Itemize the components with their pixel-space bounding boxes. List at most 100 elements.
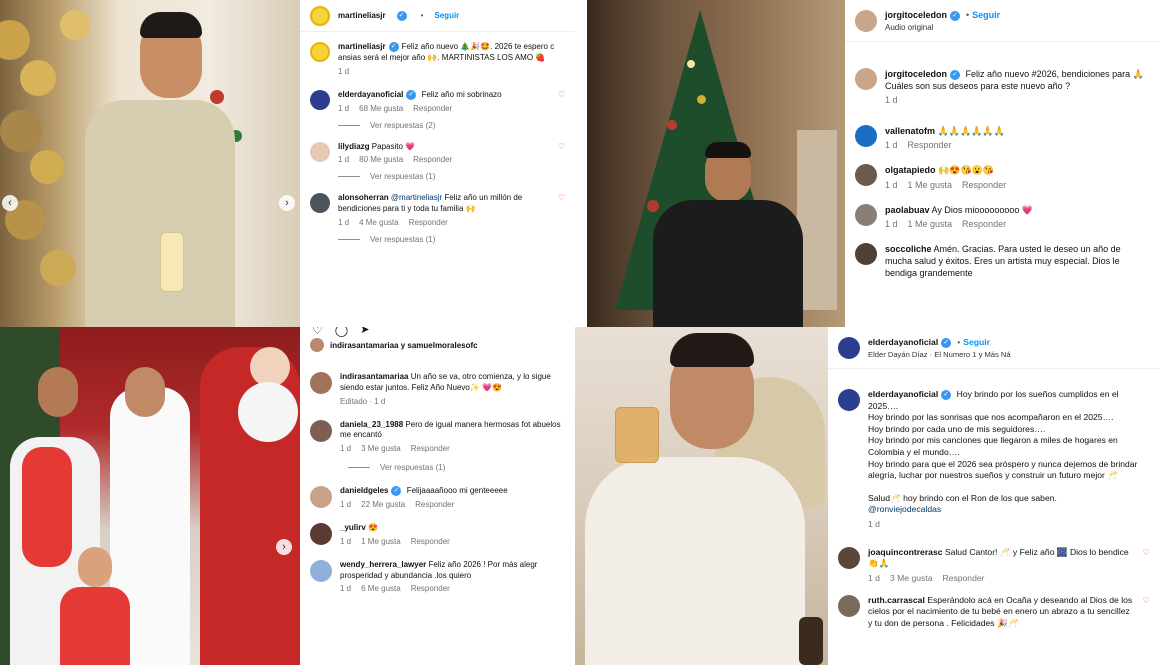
mention-link[interactable]: @ronviejodecaldas [868,504,1150,516]
post-header: elderdayanoficial ✓ • Seguir Elder Dayán Dí… [828,327,1160,369]
share-icon[interactable]: ➤ [360,327,369,336]
heart-icon[interactable]: ♡ [312,327,323,336]
comment-username[interactable]: indirasantamariaa [340,372,408,381]
avatar[interactable] [855,203,877,226]
comment-username[interactable]: paolabuav [885,205,930,215]
avatar[interactable] [855,242,877,265]
liked-by-text[interactable]: indirasantamariaa y samuelmoralesofc [330,341,478,350]
comment-username[interactable]: daniela_23_1988 [340,420,403,429]
avatar[interactable] [838,594,860,617]
heart-icon[interactable]: ♡ [1142,595,1150,630]
verified-icon: ✓ [391,486,402,497]
reply-button[interactable]: Responder [413,104,452,113]
avatar[interactable] [855,68,877,90]
verified-icon: ✓ [941,389,952,400]
verified-icon: ✓ [406,89,417,100]
audio-label[interactable]: Elder Dayán Díaz · El Numero 1 y Más Ná [868,350,1011,359]
carousel-next-icon[interactable]: › [279,195,295,211]
avatar[interactable] [310,486,332,509]
comment-likes[interactable]: 22 Me gusta [361,500,405,509]
reply-button[interactable]: Responder [413,155,452,164]
comments-feed-elderdayanoficial: elderdayanoficial ✓ • Seguir Elder Dayán Dí… [828,327,1160,665]
comment-username[interactable]: vallenatofm [885,126,935,136]
comment-likes[interactable]: 68 Me gusta [359,104,403,113]
comment-item: _yulirv 😍 1 d 1 Me gusta Responder [300,509,575,546]
username[interactable]: elderdayanoficial [868,337,938,347]
comment-icon[interactable]: ◯ [335,327,348,336]
avatar[interactable] [310,419,332,442]
comment-likes[interactable]: 3 Me gusta [361,444,401,453]
follow-button[interactable]: Seguir [972,10,1000,20]
reply-button[interactable]: Responder [942,573,984,583]
reply-button[interactable]: Responder [962,180,1006,190]
audio-label[interactable]: Audio original [885,23,1000,32]
caption-time: 1 d [868,518,880,529]
comment-likes[interactable]: 80 Me gusta [359,155,403,164]
view-replies[interactable]: Ver respuestas (1) [300,164,575,181]
heart-icon[interactable]: ♡ [558,193,565,227]
avatar[interactable] [838,546,860,569]
avatar[interactable] [838,337,860,359]
carousel-prev-icon[interactable]: ‹ [2,195,18,211]
avatar[interactable] [310,42,330,62]
caption-line: Hoy brindo para que el 2026 sea próspero… [868,458,1138,481]
username[interactable]: jorgitoceledon [885,10,947,20]
comment-username[interactable]: elderdayanoficial [338,90,403,99]
caption: jorgitoceledon ✓ Feliz año nuevo #2026, b… [845,42,1160,109]
heart-icon[interactable]: ♡ [558,90,565,113]
carousel-next-icon[interactable]: › [276,539,292,555]
avatar[interactable] [310,338,324,352]
avatar[interactable] [838,389,860,411]
comment-username[interactable]: joaquincontrerasc [868,547,943,557]
avatar[interactable] [310,559,332,582]
reply-button[interactable]: Responder [411,537,450,546]
comment-likes[interactable]: 1 Me gusta [361,537,401,546]
caption-username[interactable]: elderdayanoficial [868,389,938,399]
heart-icon[interactable]: ♡ [558,142,565,165]
avatar[interactable] [855,164,877,187]
comment-likes[interactable]: 3 Me gusta [890,573,933,583]
avatar[interactable] [855,10,877,32]
avatar[interactable] [310,5,330,26]
view-replies[interactable]: Ver respuestas (1) [300,227,575,244]
comment-username[interactable]: _yulirv [340,523,366,532]
comment-username[interactable]: wendy_herrera_lawyer [340,560,426,569]
view-replies[interactable]: Ver respuestas (1) [300,453,575,472]
heart-icon[interactable]: ♡ [1142,547,1150,583]
reply-button[interactable]: Responder [415,500,454,509]
comment-username[interactable]: lilydiazg [338,142,370,151]
comment-likes[interactable]: 6 Me gusta [361,584,401,593]
view-replies[interactable]: Ver respuestas (2) [300,113,575,130]
follow-button[interactable]: Seguir [434,11,459,20]
post-photo-man-with-glass: ‹ › [0,0,300,327]
comment-username[interactable]: danieldgeles [340,486,388,495]
caption-line: Hoy brindo por las sonrisas que nos acom… [868,412,1114,423]
comment-item: indirasantamariaa Un año se va, otro com… [300,352,575,406]
comment-time: 1 d [338,103,350,113]
comment-likes[interactable]: 1 Me gusta [908,180,953,190]
username[interactable]: martineliasjr [338,11,386,20]
avatar[interactable] [310,89,330,110]
comment-username[interactable]: alonsoherran [338,193,389,202]
avatar[interactable] [310,523,332,546]
comment-username[interactable]: soccoliche [885,244,932,254]
comment-item: alonsoherran @martineliasjr Feliz año un… [300,181,575,227]
comment-likes[interactable]: 1 Me gusta [908,219,953,229]
caption-username[interactable]: martineliasjr [338,42,386,51]
mention-link[interactable]: @martineliasjr [391,193,442,202]
comment-username[interactable]: ruth.carrascal [868,595,925,605]
reply-button[interactable]: Responder [908,140,952,150]
avatar[interactable] [310,372,332,394]
avatar[interactable] [310,193,330,214]
reply-button[interactable]: Responder [409,218,448,227]
post-panel-martineliasjr: ‹ › martineliasjr ✓ • Seguir martinelias… [0,0,575,327]
follow-button[interactable]: Seguir [963,337,990,347]
caption-username[interactable]: jorgitoceledon [885,69,947,79]
comment-likes[interactable]: 4 Me gusta [359,218,399,227]
avatar[interactable] [855,125,877,148]
comment-username[interactable]: olgatapiedo [885,165,936,175]
reply-button[interactable]: Responder [411,584,450,593]
reply-button[interactable]: Responder [962,219,1006,229]
reply-button[interactable]: Responder [411,444,450,453]
avatar[interactable] [310,141,330,162]
